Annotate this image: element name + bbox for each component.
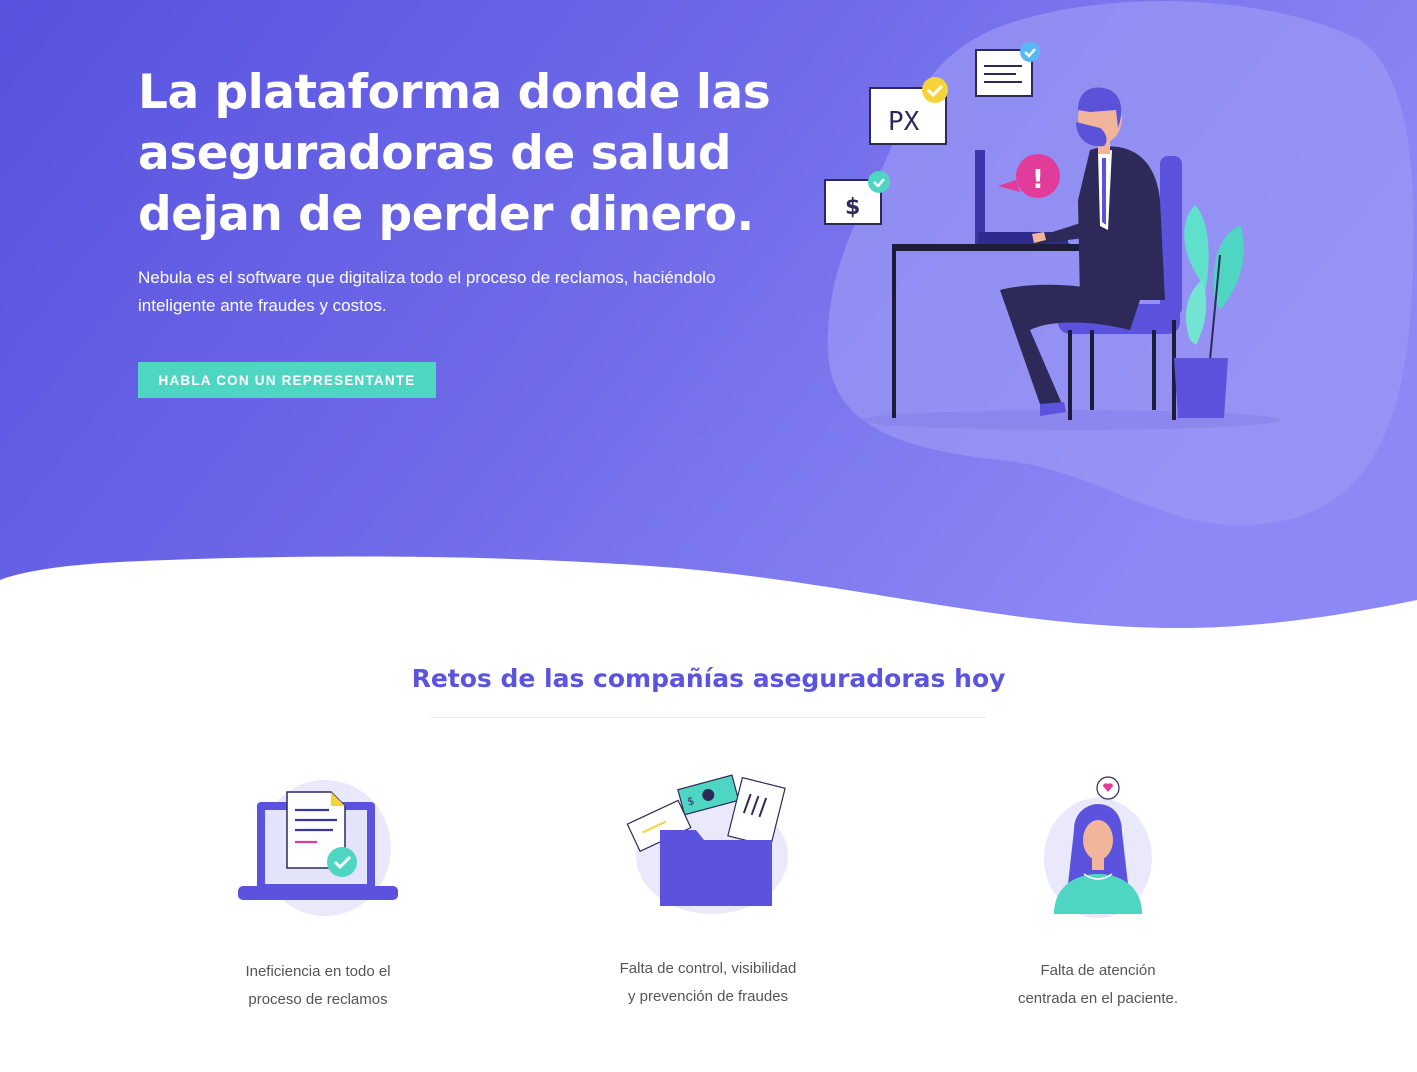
challenge-card-1-text: Ineficiencia en todo el proceso de recla… bbox=[158, 958, 478, 1014]
challenge-text-line: Falta de control, visibilidad bbox=[619, 960, 797, 977]
hero-subtitle-line: inteligente ante fraudes y costos. bbox=[138, 296, 387, 315]
document-px-icon: PX bbox=[869, 77, 948, 145]
section-divider bbox=[431, 717, 986, 718]
document-lines-icon bbox=[975, 42, 1040, 97]
hero-section: La plataforma donde las aseguradoras de … bbox=[0, 0, 1417, 630]
document-dollar-icon: $ bbox=[824, 171, 890, 225]
hero-illustration: PX $ ! bbox=[824, 1, 1414, 526]
laptop-document-check-icon bbox=[238, 780, 398, 916]
patient-heart-icon bbox=[1044, 776, 1152, 918]
challenges-title: Retos de las compañías aseguradoras hoy bbox=[411, 664, 1006, 693]
svg-text:$: $ bbox=[845, 195, 860, 220]
challenge-text-line: y prevención de fraudes bbox=[627, 988, 789, 1005]
hero-title-line: La plataforma donde las bbox=[138, 65, 771, 120]
challenge-card-3-text: Falta de atención centrada en el pacient… bbox=[938, 957, 1258, 1013]
contact-representative-button[interactable]: HABLA CON UN REPRESENTANTE bbox=[138, 362, 436, 398]
challenge-text-line: centrada en el paciente. bbox=[1017, 990, 1179, 1007]
svg-text:!: ! bbox=[1032, 165, 1044, 195]
challenge-text-line: Ineficiencia en todo el bbox=[245, 963, 391, 980]
folder-papers-icon: $ bbox=[626, 774, 788, 914]
challenge-text-line: Falta de atención bbox=[1040, 962, 1156, 979]
hero-subtitle-line: Nebula es el software que digitaliza tod… bbox=[138, 268, 716, 287]
challenge-text-line: proceso de reclamos bbox=[248, 991, 388, 1008]
hero-title-line: dejan de perder dinero. bbox=[138, 187, 754, 242]
hero-title: La plataforma donde las aseguradoras de … bbox=[138, 62, 818, 245]
svg-text:PX: PX bbox=[888, 107, 920, 137]
hero-subtitle: Nebula es el software que digitaliza tod… bbox=[138, 264, 778, 320]
challenge-card-2-text: Falta de control, visibilidad y prevenci… bbox=[548, 955, 868, 1011]
hero-title-line: aseguradoras de salud bbox=[138, 126, 732, 181]
